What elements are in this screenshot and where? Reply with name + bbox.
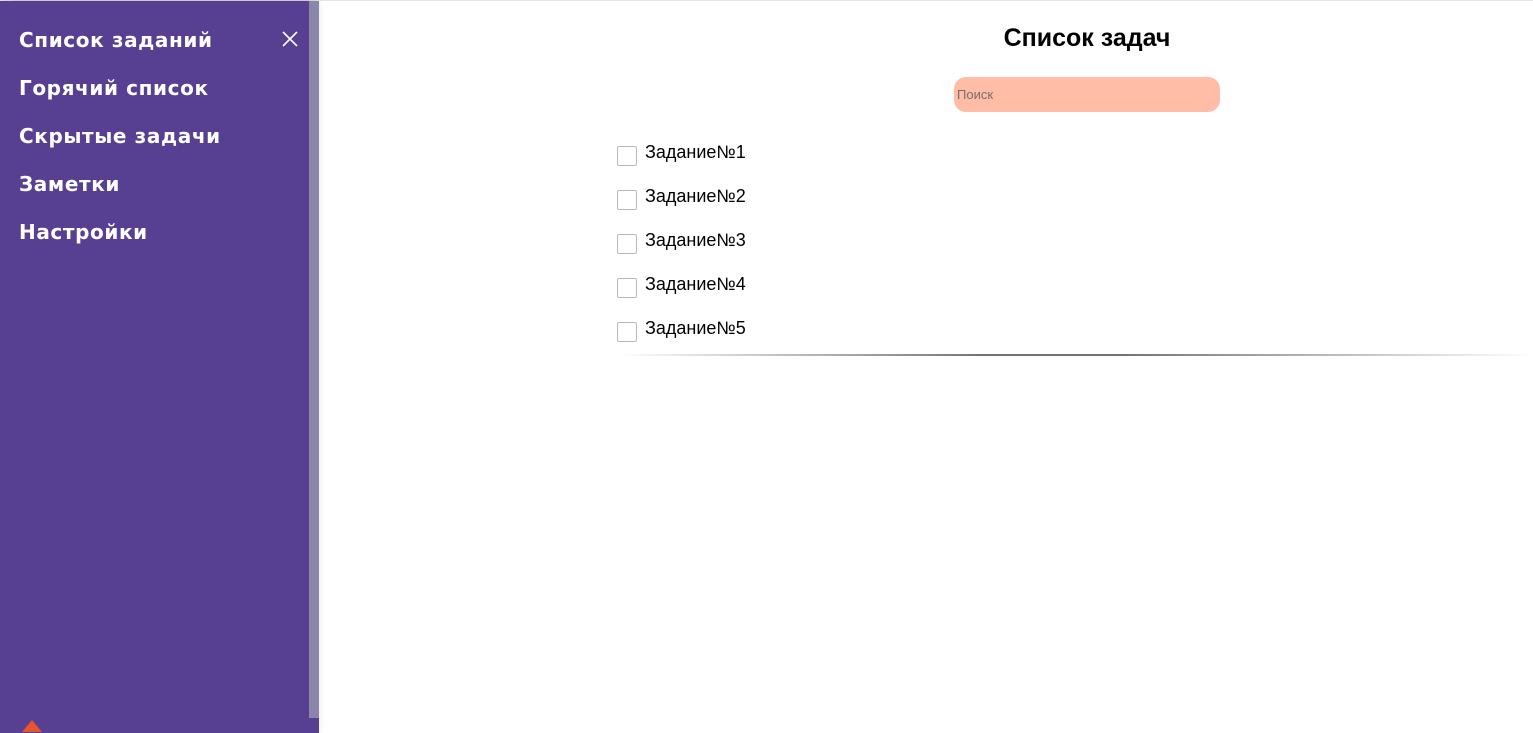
sidebar: Список заданий Горячий список Скрытые за… xyxy=(0,1,309,733)
task-item: Задание№4 xyxy=(617,263,746,307)
task-item: Задание№1 xyxy=(617,131,746,175)
sidebar-nav: Список заданий Горячий список Скрытые за… xyxy=(0,1,309,265)
close-sidebar-button[interactable] xyxy=(280,29,300,49)
task-checkbox[interactable] xyxy=(617,190,637,210)
task-item: Задание№3 xyxy=(617,219,746,263)
task-label: Задание№5 xyxy=(645,317,746,338)
sidebar-item-task-list[interactable]: Список заданий xyxy=(0,25,309,73)
sidebar-item-notes[interactable]: Заметки xyxy=(0,169,309,217)
search-input[interactable] xyxy=(954,77,1220,112)
task-label: Задание№4 xyxy=(645,273,746,294)
task-checkbox[interactable] xyxy=(617,234,637,254)
sidebar-item-hidden-tasks[interactable]: Скрытые задачи xyxy=(0,121,309,169)
task-item: Задание№2 xyxy=(617,175,746,219)
divider xyxy=(617,354,1533,356)
sidebar-item-hot-list[interactable]: Горячий список xyxy=(0,73,309,121)
sidebar-item-settings[interactable]: Настройки xyxy=(0,217,309,265)
page-title: Список задач xyxy=(1003,24,1171,52)
task-list: Задание№1 Задание№2 Задание№3 Задание№4 … xyxy=(617,131,746,351)
task-checkbox[interactable] xyxy=(617,278,637,298)
task-checkbox[interactable] xyxy=(617,146,637,166)
sidebar-scrollbar[interactable] xyxy=(309,1,319,733)
task-label: Задание№3 xyxy=(645,229,746,250)
caret-up-icon[interactable] xyxy=(22,720,42,732)
task-item: Задание№5 xyxy=(617,307,746,351)
task-checkbox[interactable] xyxy=(617,322,637,342)
task-label: Задание№1 xyxy=(645,141,746,162)
task-label: Задание№2 xyxy=(645,185,746,206)
close-icon xyxy=(282,31,298,47)
sidebar-scrollbar-thumb[interactable] xyxy=(309,1,319,718)
